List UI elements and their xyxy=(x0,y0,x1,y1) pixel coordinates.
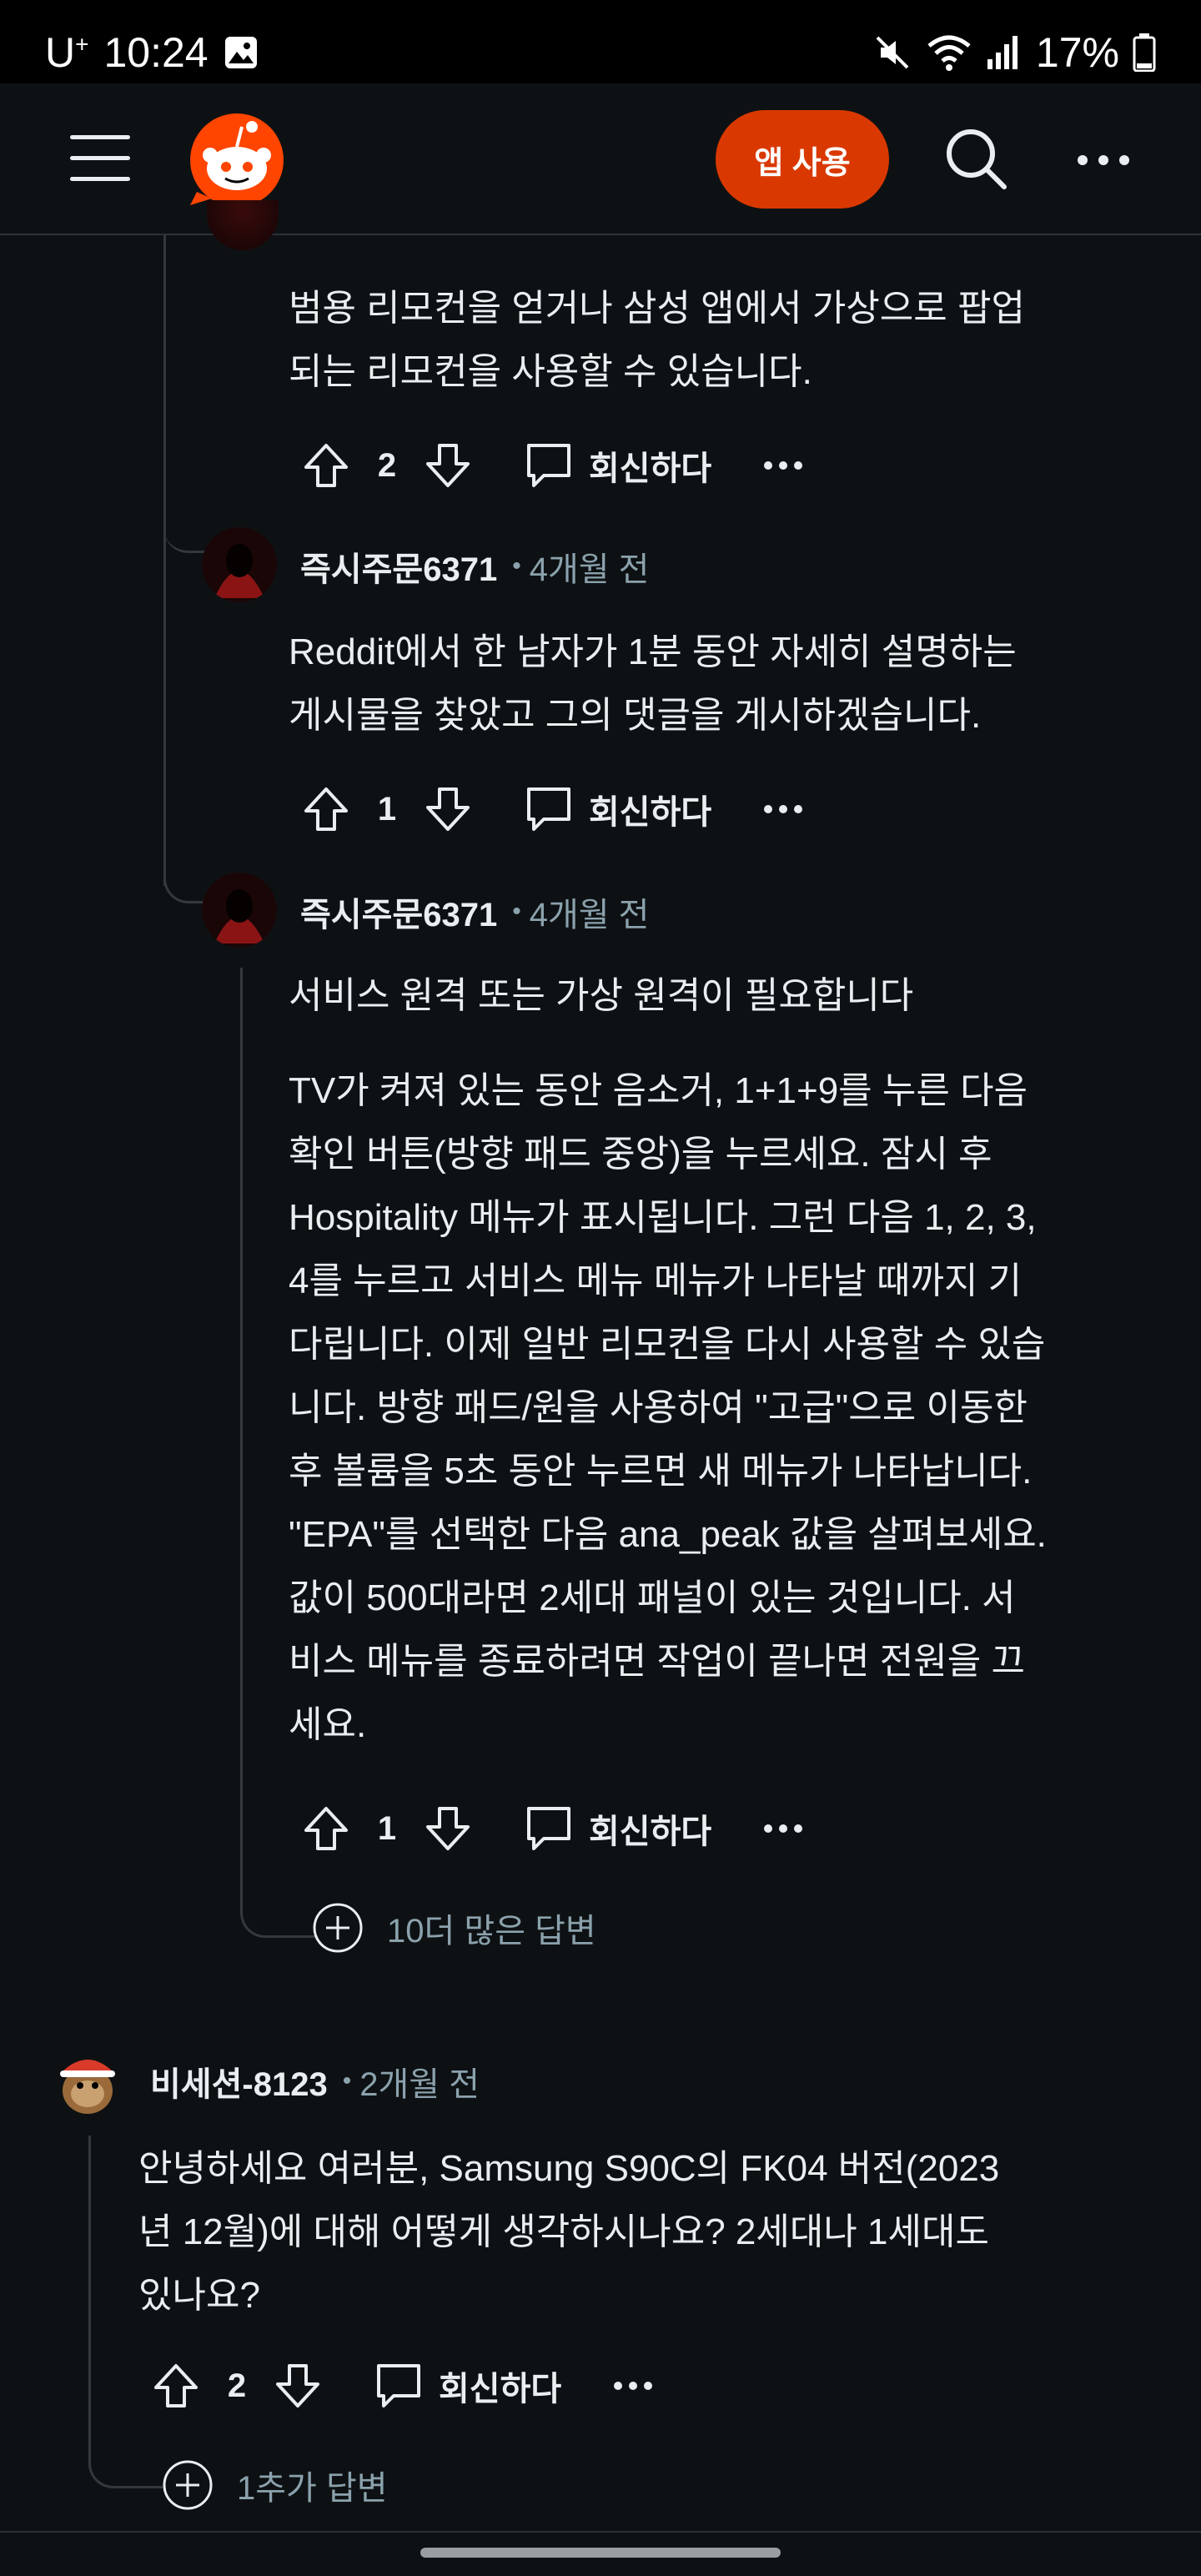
comment-age: 4개월 전 xyxy=(529,551,650,588)
avatar[interactable] xyxy=(202,873,277,948)
reply-bubble-icon xyxy=(377,2364,420,2407)
more-replies-label: 10더 많은 답변 xyxy=(387,1913,596,1950)
comment-header: 비세션-8123 • 2개월 전 xyxy=(150,2057,480,2106)
reply-button[interactable]: 회신하다 xyxy=(522,439,711,492)
wifi-icon xyxy=(927,35,971,71)
thread-line xyxy=(88,2136,91,2461)
username[interactable]: 즉시주문6371 xyxy=(300,542,497,591)
upvote-icon[interactable] xyxy=(297,780,355,838)
downvote-icon[interactable] xyxy=(269,2357,327,2415)
upvote-icon[interactable] xyxy=(147,2357,205,2415)
upvote-icon[interactable] xyxy=(297,436,355,495)
more-options-icon[interactable] xyxy=(758,792,808,826)
more-options-icon[interactable] xyxy=(1074,135,1133,185)
clock: 10:24 xyxy=(103,29,209,76)
upvote-icon[interactable] xyxy=(297,1799,355,1858)
hamburger-menu-icon[interactable] xyxy=(70,135,130,182)
comment-actions: 2 회신하다 xyxy=(297,432,808,499)
reply-label: 회신하다 xyxy=(589,450,712,487)
separator-dot: • xyxy=(512,898,521,925)
comment-body: 안녕하세요 여러분, Samsung S90C의 FK04 버전(2023 년 … xyxy=(138,2148,1000,2316)
comment-age: 2개월 전 xyxy=(359,2066,480,2103)
comment-actions: 1 회신하다 xyxy=(297,776,808,843)
reply-bubble-icon xyxy=(527,787,570,831)
comment-header: 즉시주문6371 • 4개월 전 xyxy=(300,888,649,936)
reply-label: 회신하다 xyxy=(589,1814,712,1850)
reply-bubble-icon xyxy=(527,444,570,487)
bottom-divider xyxy=(0,2531,1201,2533)
comment-age: 4개월 전 xyxy=(529,897,650,933)
reply-label: 회신하다 xyxy=(589,794,712,831)
reply-button[interactable]: 회신하다 xyxy=(372,2359,561,2412)
vote-count: 1 xyxy=(377,1809,397,1847)
gallery-icon xyxy=(224,37,257,68)
carrier-label: U+ xyxy=(45,29,89,76)
search-icon[interactable] xyxy=(942,125,1009,192)
more-options-icon[interactable] xyxy=(758,449,808,482)
more-options-icon[interactable] xyxy=(608,2369,658,2402)
avatar[interactable] xyxy=(50,2042,125,2117)
reply-label: 회신하다 xyxy=(439,2371,562,2407)
reply-bubble-icon xyxy=(527,1807,570,1850)
more-replies-button[interactable]: 10더 많은 답변 xyxy=(312,1902,596,1954)
more-replies-button[interactable]: 1추가 답변 xyxy=(162,2459,388,2511)
plus-circle-icon xyxy=(313,1903,363,1953)
thread-line xyxy=(240,968,243,1902)
username[interactable]: 즉시주문6371 xyxy=(300,888,497,936)
comment-header: 즉시주문6371 • 4개월 전 xyxy=(300,542,649,591)
thread-elbow xyxy=(240,1885,318,1938)
avatar[interactable] xyxy=(207,200,279,250)
downvote-icon[interactable] xyxy=(419,780,477,838)
reply-button[interactable]: 회신하다 xyxy=(522,1802,711,1855)
separator-dot: • xyxy=(342,2067,352,2095)
home-indicator[interactable] xyxy=(420,2548,781,2558)
username[interactable]: 비세션-8123 xyxy=(150,2057,328,2106)
vote-count: 1 xyxy=(377,790,397,828)
more-replies-label: 1추가 답변 xyxy=(237,2470,388,2507)
thread-elbow xyxy=(163,868,209,903)
vote-count: 2 xyxy=(377,446,397,484)
mute-icon xyxy=(876,36,909,69)
reply-button[interactable]: 회신하다 xyxy=(522,782,711,836)
thread-elbow xyxy=(163,501,207,553)
comment-actions: 1 회신하다 xyxy=(297,1795,808,1862)
app-bar: 앱 사용 xyxy=(0,83,1201,235)
vote-count: 2 xyxy=(227,2367,247,2404)
downvote-icon[interactable] xyxy=(419,1799,477,1858)
plus-circle-icon xyxy=(163,2460,213,2510)
more-options-icon[interactable] xyxy=(758,1812,808,1845)
open-app-button[interactable]: 앱 사용 xyxy=(716,110,889,209)
status-bar: U+ 10:24 17% xyxy=(0,0,1201,83)
comment-body: Reddit에서 한 남자가 1분 동안 자세히 설명하는 게시물을 찾았고 그… xyxy=(289,631,1017,736)
avatar[interactable] xyxy=(202,527,277,602)
signal-icon xyxy=(987,36,1018,69)
downvote-icon[interactable] xyxy=(419,436,477,495)
thread-line xyxy=(163,235,166,886)
comment-body: 서비스 원격 또는 가상 원격이 필요합니다 TV가 켜져 있는 동안 음소거,… xyxy=(289,975,1047,1745)
thread-elbow xyxy=(88,2436,163,2488)
battery-percent: 17% xyxy=(1035,29,1119,76)
battery-icon xyxy=(1133,33,1156,72)
comment-actions: 2 회신하다 xyxy=(147,2352,658,2419)
comment-body: 범용 리모컨을 얻거나 삼성 앱에서 가상으로 팝업 되는 리모컨을 사용할 수… xyxy=(289,288,1025,392)
reddit-logo-icon[interactable] xyxy=(187,108,287,209)
separator-dot: • xyxy=(512,552,521,580)
